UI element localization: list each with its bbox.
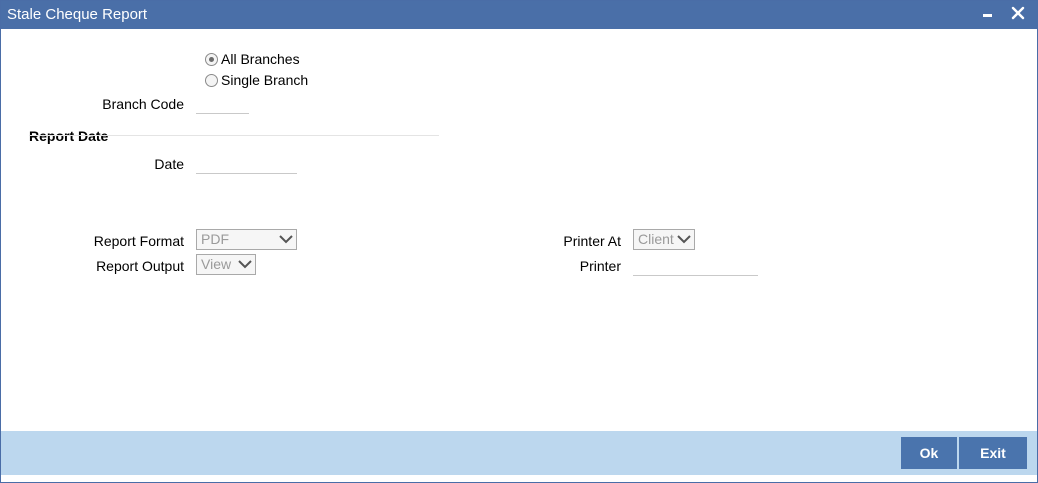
report-date-section-title: Report Date (29, 128, 109, 144)
minimize-icon (983, 14, 992, 17)
date-input[interactable] (196, 154, 297, 174)
radio-single-branch[interactable]: Single Branch (205, 72, 308, 88)
chevron-down-icon (279, 235, 293, 244)
printer-input[interactable] (633, 256, 758, 276)
radio-button-checked[interactable] (205, 52, 218, 66)
exit-button[interactable]: Exit (959, 437, 1027, 469)
ok-button[interactable]: Ok (901, 437, 957, 469)
report-output-value: View (201, 256, 232, 272)
printer-at-select[interactable]: Client (633, 229, 695, 250)
printer-at-label: Printer At (563, 233, 621, 249)
branch-code-label: Branch Code (102, 96, 184, 112)
radio-all-branches[interactable]: All Branches (205, 51, 300, 67)
report-window: Stale Cheque Report All Branches Single … (0, 0, 1038, 483)
radio-button[interactable] (205, 73, 218, 87)
report-format-value: PDF (201, 231, 229, 247)
radio-single-branch-label: Single Branch (221, 72, 309, 88)
report-output-select[interactable]: View (196, 254, 256, 275)
radio-all-branches-label: All Branches (221, 51, 300, 67)
title-bar: Stale Cheque Report (1, 1, 1037, 29)
printer-at-value: Client (638, 231, 674, 247)
date-label: Date (154, 156, 184, 172)
close-icon (1011, 6, 1025, 20)
printer-label: Printer (579, 258, 621, 274)
window-title: Stale Cheque Report (7, 6, 148, 23)
chevron-down-icon (238, 260, 252, 269)
section-divider (29, 135, 439, 136)
footer-bar: Ok Exit (1, 431, 1037, 475)
close-button[interactable] (1007, 3, 1029, 25)
chevron-down-icon (677, 235, 691, 244)
report-output-label: Report Output (96, 258, 184, 274)
report-format-select[interactable]: PDF (196, 229, 297, 250)
report-format-label: Report Format (93, 233, 184, 249)
branch-code-input[interactable] (196, 94, 249, 114)
minimize-button[interactable] (977, 3, 999, 25)
